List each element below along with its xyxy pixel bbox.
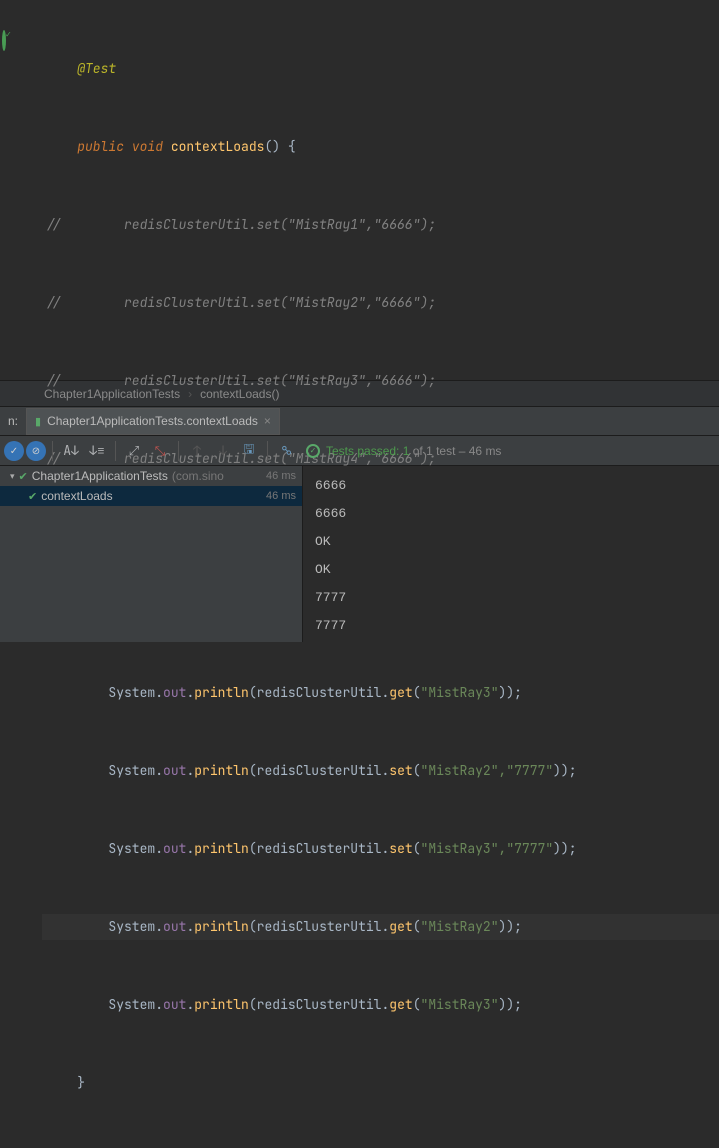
breadcrumb-class[interactable]: Chapter1ApplicationTests [44,387,180,401]
run-tool-label: n: [0,414,26,428]
separator [178,441,179,461]
console-line: 6666 [315,472,707,500]
tree-test-time: 46 ms [266,490,296,502]
pass-icon: ✔ [19,470,28,483]
console-line: 7777 [315,612,707,640]
prev-failed-icon[interactable]: ↑ [185,439,209,463]
modifiers: public void [77,138,163,155]
sort-duration-icon[interactable]: ↓≡ [85,439,109,463]
console-line: 6666 [315,500,707,528]
commented-line: // redisClusterUtil.set("MistRay1","6666… [46,216,436,233]
code-area[interactable]: @Test public void contextLoads() { // re… [42,0,719,380]
console-line: OK [315,528,707,556]
run-gutter-icon[interactable] [2,32,16,46]
annotation: @Test [77,60,116,77]
gutter [0,0,42,380]
export-results-icon[interactable]: 🖫 [237,439,261,463]
tree-root-label: Chapter1ApplicationTests [32,469,168,483]
separator [115,441,116,461]
sort-alpha-icon[interactable]: A↓ [59,439,83,463]
run-tab-label: Chapter1ApplicationTests.contextLoads [47,414,258,428]
collapse-all-icon[interactable]: ⤡ [148,439,172,463]
results-area: ▾ ✔ Chapter1ApplicationTests (com.sino 4… [0,466,719,642]
tree-row-root[interactable]: ▾ ✔ Chapter1ApplicationTests (com.sino 4… [0,466,302,486]
console-line: 7777 [315,584,707,612]
test-status: ✓ Tests passed: 1 of 1 test – 46 ms [306,444,501,458]
expand-all-icon[interactable]: ⤢ [122,439,146,463]
console-line: OK [315,556,707,584]
tree-row-test[interactable]: ✔ contextLoads 46 ms [0,486,302,506]
pass-icon: ✔ [28,490,37,503]
console-output[interactable]: 6666 6666 OK OK 7777 7777 [303,466,719,642]
tree-root-time: 46 ms [266,470,296,482]
close-icon[interactable]: × [264,414,271,428]
next-failed-icon[interactable]: ↓ [211,439,235,463]
chevron-right-icon: › [188,387,192,401]
breadcrumb-method[interactable]: contextLoads() [200,387,279,401]
run-tab[interactable]: ▮ Chapter1ApplicationTests.contextLoads … [26,408,280,435]
chevron-down-icon[interactable]: ▾ [10,471,15,482]
commented-line: // redisClusterUtil.set("MistRay2","6666… [46,294,436,311]
status-pass-icon: ✓ [306,444,320,458]
separator [267,441,268,461]
test-tree[interactable]: ▾ ✔ Chapter1ApplicationTests (com.sino 4… [0,466,303,642]
tests-total-label: of 1 test – 46 ms [409,444,501,458]
tree-root-package: (com.sino [172,469,224,483]
test-pass-icon: ▮ [35,415,41,428]
show-ignored-icon[interactable]: ⊘ [26,441,46,461]
editor-area: @Test public void contextLoads() { // re… [0,0,719,380]
method-name: contextLoads [171,138,265,155]
separator [52,441,53,461]
tree-test-label: contextLoads [41,489,112,503]
show-passed-icon[interactable]: ✓ [4,441,24,461]
tests-passed-label: Tests passed: 1 [326,444,409,458]
link-icon[interactable]: ⚯ [274,439,298,463]
